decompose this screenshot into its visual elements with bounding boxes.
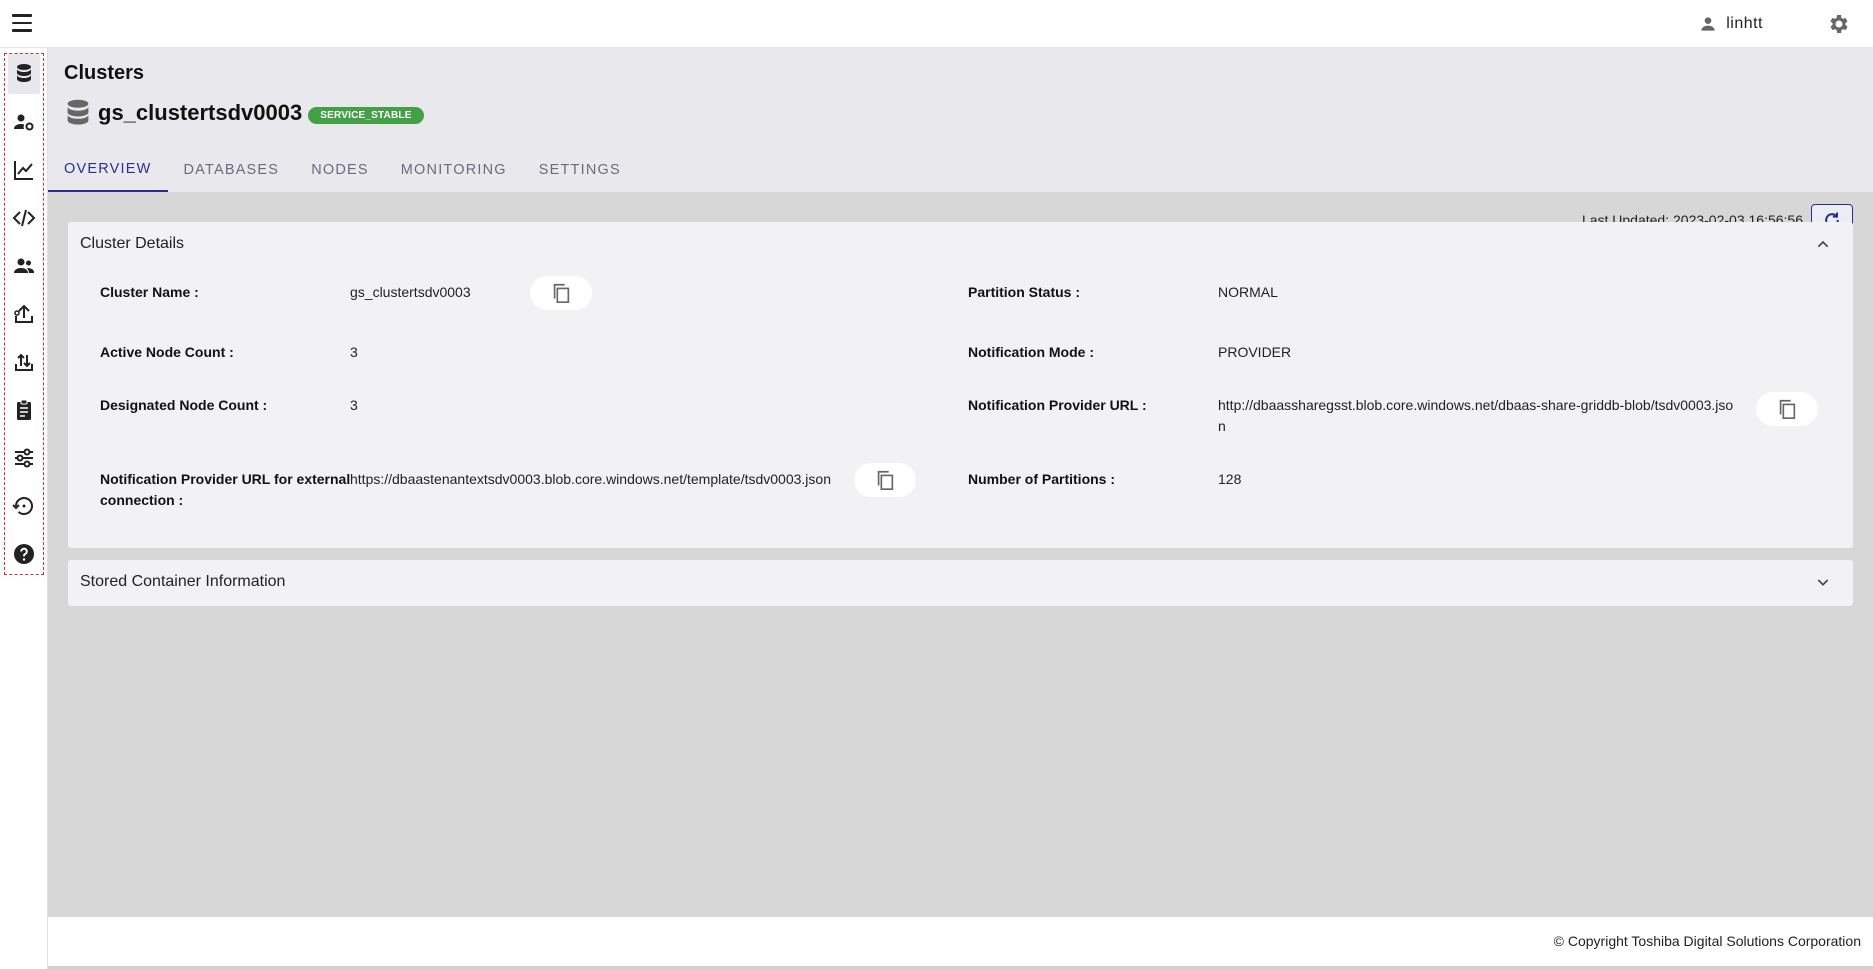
copy-icon: [877, 470, 894, 490]
tab-databases[interactable]: DATABASES: [168, 148, 296, 192]
chart-line-icon: [14, 161, 33, 180]
panel-title: Stored Container Information: [80, 573, 286, 590]
page-header: Clusters gs_clustertsdv0003 SERVICE_STAB…: [48, 48, 1873, 192]
clipboard-icon: [17, 399, 31, 420]
tab-settings[interactable]: SETTINGS: [523, 148, 637, 192]
active-node-count-value: 3: [350, 344, 358, 360]
user-icon: [1701, 17, 1715, 31]
tab-monitoring[interactable]: MONITORING: [385, 148, 523, 192]
swap-icon: [15, 353, 33, 371]
username: linhtt: [1726, 15, 1763, 32]
gear-icon[interactable]: [1827, 12, 1851, 36]
copyright-text: © Copyright Toshiba Digital Solutions Co…: [1553, 933, 1861, 949]
sidebar-item-code[interactable]: [8, 198, 40, 238]
copy-cluster-name-button[interactable]: [530, 276, 592, 310]
partition-status-label: Partition Status :: [968, 284, 1081, 300]
cluster-name: gs_clustertsdv0003: [98, 100, 303, 125]
sidebar-item-upload[interactable]: [8, 294, 40, 334]
help-icon: [14, 544, 34, 564]
external-url-label-line2: connection :: [100, 492, 184, 508]
external-url-value: https://dbaastenantextsdv0003.blob.core.…: [350, 471, 831, 487]
panel-title: Cluster Details: [80, 235, 185, 252]
chevron-up-icon[interactable]: [1815, 236, 1831, 252]
cluster-title: gs_clustertsdv0003 SERVICE_STABLE: [64, 98, 424, 128]
upload-icon: [14, 304, 33, 323]
cluster-name-label: Cluster Name :: [100, 284, 199, 300]
active-node-count-label: Active Node Count :: [100, 344, 234, 360]
copy-external-url-button[interactable]: [854, 463, 916, 497]
provider-url-value-line2: n: [1218, 418, 1226, 434]
provider-url-label: Notification Provider URL :: [968, 397, 1147, 413]
sidebar-item-import-export[interactable]: [8, 342, 40, 382]
designated-node-count-label: Designated Node Count :: [100, 397, 268, 413]
cluster-details-panel: Cluster Details Cluster Name : gs_cluste…: [68, 222, 1853, 548]
user-gear-icon: [14, 114, 34, 131]
sidebar-item-user-management[interactable]: [8, 102, 40, 142]
tab-overview[interactable]: OVERVIEW: [48, 148, 168, 192]
sidebar-item-users[interactable]: [8, 246, 40, 286]
tab-bar: OVERVIEW DATABASES NODES MONITORING SETT…: [48, 148, 637, 192]
restore-icon: [12, 497, 33, 515]
sidebar: [0, 48, 48, 969]
sidebar-item-settings[interactable]: [8, 438, 40, 478]
notification-mode-label: Notification Mode :: [968, 344, 1094, 360]
copy-provider-url-button[interactable]: [1756, 392, 1818, 426]
stored-container-header[interactable]: Stored Container Information: [68, 560, 1853, 604]
sidebar-item-monitoring[interactable]: [8, 150, 40, 190]
chevron-down-icon[interactable]: [1815, 574, 1831, 590]
sidebar-item-clusters[interactable]: [8, 54, 40, 94]
partition-status-value: NORMAL: [1218, 284, 1278, 300]
footer: © Copyright Toshiba Digital Solutions Co…: [48, 917, 1873, 969]
cluster-name-value: gs_clustertsdv0003: [350, 284, 471, 300]
status-badge: SERVICE_STABLE: [308, 106, 424, 124]
external-url-label-line1: Notification Provider URL for external: [100, 471, 351, 487]
stored-container-panel: Stored Container Information: [68, 560, 1853, 606]
main-content: Clusters gs_clustertsdv0003 SERVICE_STAB…: [48, 48, 1873, 917]
sidebar-item-help[interactable]: [8, 534, 40, 574]
code-icon: [12, 209, 36, 227]
copy-icon: [1779, 399, 1796, 419]
sliders-icon: [15, 448, 33, 468]
tab-nodes[interactable]: NODES: [295, 148, 385, 192]
user-menu[interactable]: linhtt: [1698, 12, 1763, 36]
provider-url-value-line1: http://dbaassharegsst.blob.core.windows.…: [1218, 397, 1734, 413]
database-icon: [67, 99, 89, 125]
copy-icon: [553, 283, 570, 303]
hamburger-menu-icon[interactable]: [12, 14, 36, 34]
number-of-partitions-value: 128: [1218, 471, 1242, 487]
sidebar-item-clipboard[interactable]: [8, 390, 40, 430]
number-of-partitions-label: Number of Partitions :: [968, 471, 1116, 487]
top-bar: linhtt: [0, 0, 1873, 48]
breadcrumb[interactable]: Clusters: [64, 62, 144, 85]
database-icon: [17, 64, 31, 82]
designated-node-count-value: 3: [350, 397, 358, 413]
users-icon: [14, 258, 34, 273]
sidebar-item-restore[interactable]: [8, 486, 40, 526]
cluster-details-header[interactable]: Cluster Details: [68, 222, 1853, 266]
notification-mode-value: PROVIDER: [1218, 344, 1292, 360]
